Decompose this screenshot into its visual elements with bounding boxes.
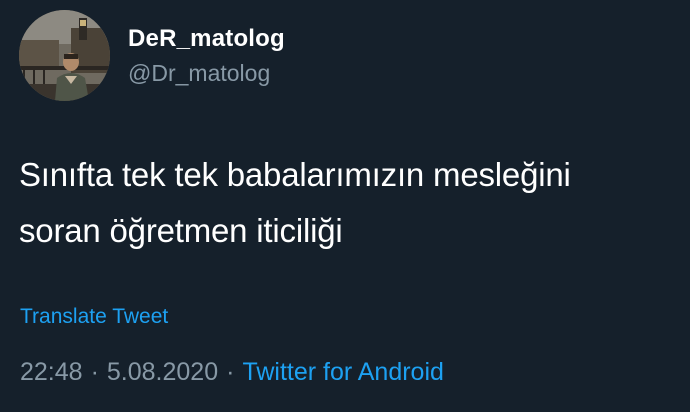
tweet-date[interactable]: 5.08.2020: [107, 358, 218, 386]
meta-separator: ·: [226, 358, 235, 386]
meta-separator: ·: [90, 358, 99, 386]
tweet-card: DeR_matolog @Dr_matolog Sınıfta tek tek …: [0, 0, 690, 412]
tweet-text-line: Sınıfta tek tek babalarımızın mesleğini: [19, 156, 571, 193]
user-handle[interactable]: @Dr_matolog: [128, 60, 270, 87]
tweet-text: Sınıfta tek tek babalarımızın mesleğini …: [19, 147, 679, 259]
avatar-photo: [19, 10, 110, 101]
avatar[interactable]: [19, 10, 110, 101]
tweet-text-line: soran öğretmen iticiliği: [19, 212, 343, 249]
tweet-time[interactable]: 22:48: [20, 358, 83, 386]
tweet-meta: 22:48 · 5.08.2020 · Twitter for Android: [20, 358, 444, 387]
display-name[interactable]: DeR_matolog: [128, 25, 285, 53]
translate-tweet-link[interactable]: Translate Tweet: [20, 305, 168, 329]
tweet-source-link[interactable]: Twitter for Android: [242, 358, 443, 386]
